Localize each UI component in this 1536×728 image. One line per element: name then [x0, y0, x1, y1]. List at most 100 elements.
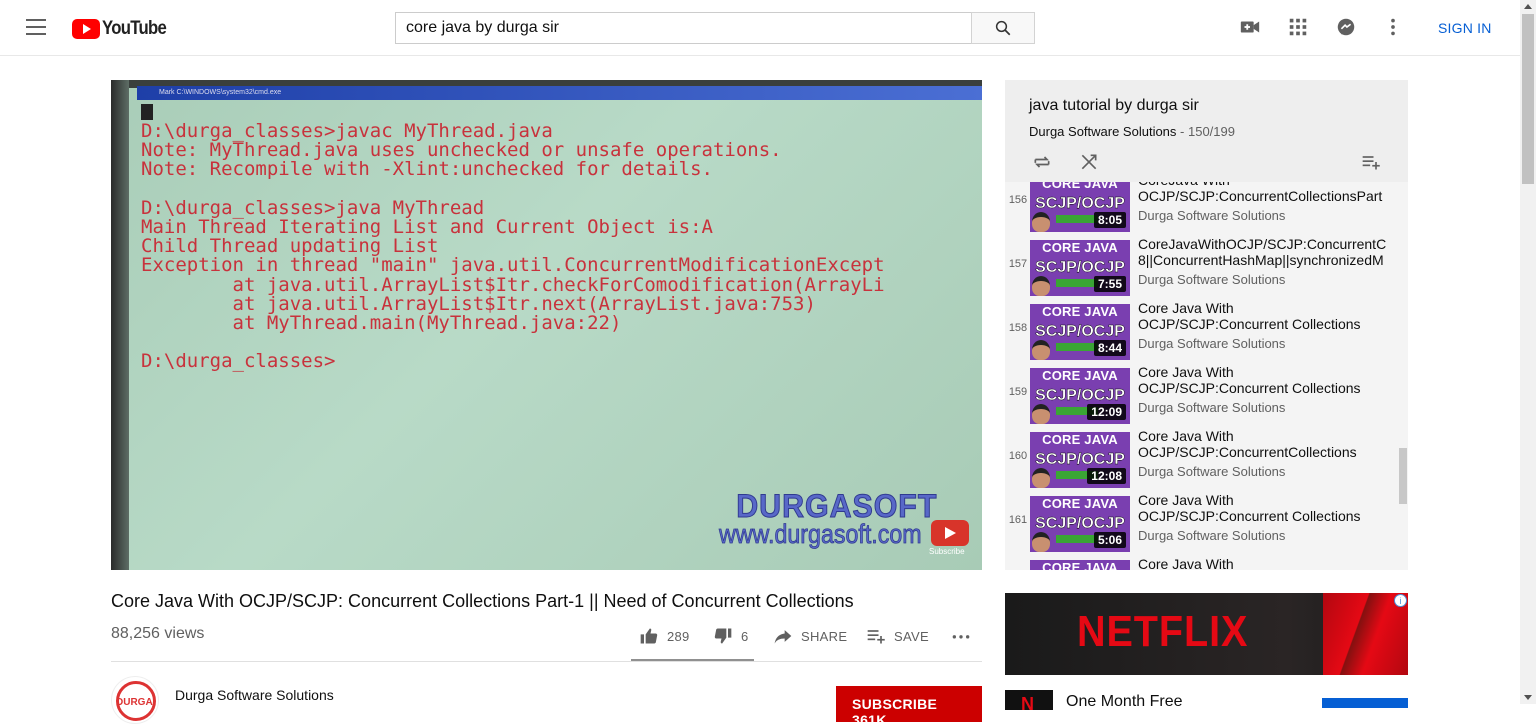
share-icon	[774, 630, 792, 644]
playlist-item-info: Core Java With OCJP/SCJP:ConcurrentColle…	[1138, 428, 1398, 479]
playlist-item-title[interactable]: Core Java With	[1138, 556, 1398, 570]
playlist-item[interactable]: 160 CORE JAVA SCJP/OCJP 12:08 Core Java With…	[1005, 428, 1400, 492]
save-label: SAVE	[894, 628, 929, 644]
share-button[interactable]: SHARE	[773, 626, 847, 646]
ad-cta-button[interactable]	[1322, 698, 1408, 708]
more-actions-button[interactable]	[950, 626, 980, 646]
search-button[interactable]	[971, 12, 1035, 44]
playlist-item-thumbnail[interactable]: CORE JAVA SCJP/OCJP 5:06	[1030, 496, 1130, 552]
playlist-item-index: 161	[1008, 514, 1028, 526]
channel-name[interactable]: Durga Software Solutions	[175, 687, 334, 703]
video-duration: 5:06	[1093, 532, 1126, 548]
playlist-scrollbar-thumb[interactable]	[1399, 448, 1407, 504]
thumbnail-line1: CORE JAVA	[1042, 432, 1118, 447]
messages-icon[interactable]	[1335, 16, 1357, 38]
thumbnail-line1: CORE JAVA	[1042, 560, 1118, 570]
playlist-item-thumbnail[interactable]: CORE JAVA SCJP/OCJP 12:09	[1030, 368, 1130, 424]
channel-avatar[interactable]: DURGA	[111, 676, 159, 724]
playlist-item[interactable]: 161 CORE JAVA SCJP/OCJP 5:06 Core Java With …	[1005, 492, 1400, 556]
menu-icon[interactable]	[26, 19, 46, 37]
console-output: D:\durga_classes>javac MyThread.java Not…	[141, 120, 885, 373]
thumbnail-badge	[1056, 279, 1098, 287]
sign-in-button[interactable]: SIGN IN	[1438, 20, 1492, 36]
playlist-item[interactable]: CORE JAVASCJP/OCJP Core Java With	[1005, 556, 1400, 570]
ad-banner[interactable]: NETFLIX i	[1005, 593, 1408, 675]
create-video-icon[interactable]	[1239, 16, 1261, 38]
thumbnail-line2: SCJP/OCJP	[1035, 259, 1125, 276]
playlist-owner[interactable]: Durga Software Solutions	[1029, 124, 1176, 139]
thumbnail-badge	[1056, 215, 1098, 223]
playlist-item-channel: Durga Software Solutions	[1138, 208, 1286, 223]
search-input[interactable]	[395, 12, 971, 44]
playlist-item-channel: Durga Software Solutions	[1138, 464, 1286, 479]
playlist-item-title[interactable]: CoreJava With OCJP/SCJP:ConcurrentCollec…	[1138, 182, 1398, 204]
thumbnail-line2: SCJP/OCJP	[1035, 387, 1125, 404]
video-duration: 12:08	[1087, 468, 1126, 484]
playlist-position: 150/199	[1187, 124, 1235, 139]
youtube-logo[interactable]: YouTube	[72, 18, 175, 40]
playlist-item-title[interactable]: Core Java With OCJP/SCJP:ConcurrentColle…	[1138, 428, 1398, 460]
more-options-icon[interactable]	[1382, 16, 1404, 38]
share-label: SHARE	[801, 628, 848, 644]
subscribe-overlay-icon[interactable]	[931, 520, 969, 546]
video-player[interactable]: Mark C:\WINDOWS\system32\cmd.exe D:\durg…	[111, 80, 982, 570]
subscribe-label: SUBSCRIBE	[852, 696, 938, 712]
scroll-down-arrow-icon[interactable]	[1524, 695, 1532, 700]
playlist-item-thumbnail[interactable]: CORE JAVA SCJP/OCJP 8:44	[1030, 304, 1130, 360]
playlist-item-thumbnail[interactable]: CORE JAVA SCJP/OCJP 7:55	[1030, 240, 1130, 296]
video-title: Core Java With OCJP/SCJP: Concurrent Col…	[111, 591, 854, 611]
apps-grid-icon[interactable]	[1287, 16, 1309, 38]
playlist-item-index: 158	[1008, 322, 1028, 334]
dislike-button[interactable]: 6	[713, 626, 749, 646]
playlist-item-info: CoreJava With OCJP/SCJP:ConcurrentCollec…	[1138, 182, 1398, 223]
playlist-item[interactable]: 156 CORE JAVA SCJP/OCJP8:05 CoreJava With O…	[1005, 182, 1400, 236]
console-cursor	[141, 104, 153, 120]
playlist-item-thumbnail[interactable]: CORE JAVA SCJP/OCJP 8:05	[1030, 182, 1130, 232]
cmd-window-titlebar: Mark C:\WINDOWS\system32\cmd.exe	[137, 86, 982, 100]
presenter-face-icon	[1032, 532, 1050, 552]
playlist-item-channel: Durga Software Solutions	[1138, 336, 1286, 351]
playlist-item-title[interactable]: CoreJavaWithOCJP/SCJP:ConcurrentC 8||Con…	[1138, 236, 1398, 268]
like-button[interactable]: 289	[639, 626, 690, 646]
view-count: 88,256 views	[111, 625, 205, 642]
playlist-title[interactable]: java tutorial by durga sir	[1029, 97, 1199, 115]
play-logo-icon	[72, 19, 100, 39]
presenter-face-icon	[1032, 212, 1050, 232]
playlist-item[interactable]: 157 CORE JAVA SCJP/OCJP 7:55 CoreJavaWithOCJ…	[1005, 236, 1400, 300]
page-scrollbar[interactable]	[1520, 0, 1536, 704]
playlist-item-info: Core Java With	[1138, 556, 1398, 570]
video-duration: 12:09	[1087, 404, 1126, 420]
playlist-item-channel: Durga Software Solutions	[1138, 528, 1286, 543]
monitor-bezel-left	[111, 80, 129, 570]
playlist-item-title[interactable]: Core Java With OCJP/SCJP:Concurrent Coll…	[1138, 492, 1398, 524]
thumbnail-line2: SCJP/OCJP	[1035, 515, 1125, 532]
playlist-item-title[interactable]: Core Java With OCJP/SCJP:Concurrent Coll…	[1138, 364, 1398, 396]
save-playlist-icon[interactable]	[1359, 152, 1383, 172]
ad-advertiser-logo[interactable]	[1005, 690, 1053, 715]
playlist-item-thumbnail[interactable]: CORE JAVASCJP/OCJP	[1030, 560, 1130, 570]
subscriber-count: 361K	[852, 712, 887, 728]
presenter-face-icon	[1032, 340, 1050, 360]
save-button[interactable]: SAVE	[866, 626, 929, 646]
subscribe-overlay-label: Subscribe	[929, 547, 965, 556]
presenter-face-icon	[1032, 404, 1050, 424]
logo-text: YouTube	[102, 18, 167, 39]
loop-icon[interactable]	[1031, 152, 1053, 172]
shuffle-icon[interactable]	[1078, 152, 1100, 172]
playlist-item-title[interactable]: Core Java With OCJP/SCJP:Concurrent Coll…	[1138, 300, 1398, 332]
watermark-url: www.durgasoft.com	[719, 519, 922, 550]
thumbnail-line2: SCJP/OCJP	[1035, 323, 1125, 340]
playlist-item-index: 157	[1008, 258, 1028, 270]
scroll-up-arrow-icon[interactable]	[1524, 4, 1532, 9]
thumbs-up-icon	[640, 628, 658, 644]
playlist-item[interactable]: 159 CORE JAVA SCJP/OCJP 12:09 Core Java With…	[1005, 364, 1400, 428]
ad-info-icon[interactable]: i	[1394, 594, 1407, 607]
subscribe-button[interactable]: SUBSCRIBE 361K	[836, 686, 982, 728]
ad-promo-text[interactable]: One Month Free	[1066, 693, 1183, 711]
scrollbar-thumb[interactable]	[1522, 14, 1534, 184]
thumbnail-line2: SCJP/OCJP	[1035, 195, 1125, 212]
video-duration: 7:55	[1093, 276, 1126, 292]
playlist-item[interactable]: 158 CORE JAVA SCJP/OCJP 8:44 Core Java With …	[1005, 300, 1400, 364]
playlist-item-thumbnail[interactable]: CORE JAVA SCJP/OCJP 12:08	[1030, 432, 1130, 488]
playlist-item-info: Core Java With OCJP/SCJP:Concurrent Coll…	[1138, 364, 1398, 415]
